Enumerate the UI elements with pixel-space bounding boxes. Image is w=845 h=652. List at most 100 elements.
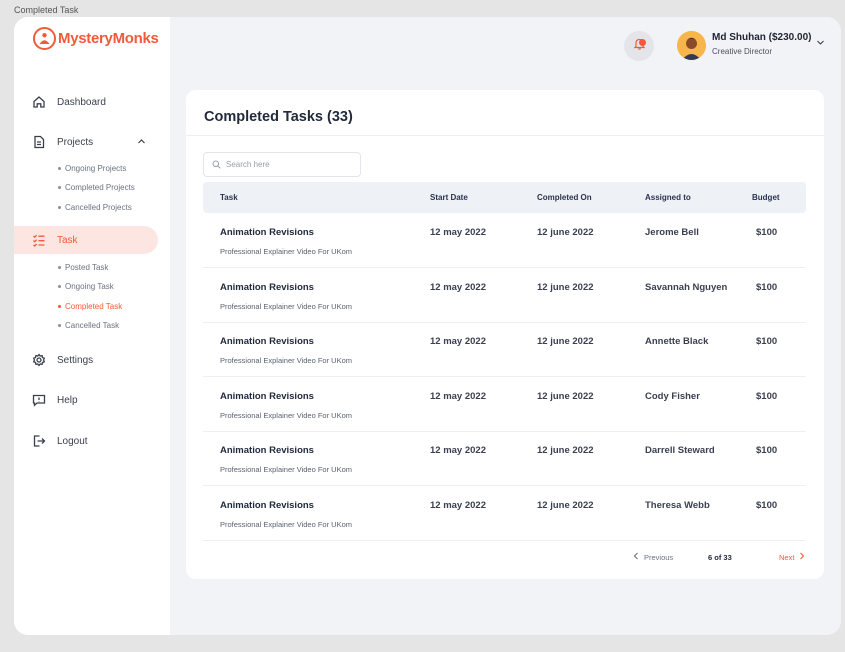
sidebar-item-task[interactable]: Task bbox=[14, 226, 158, 254]
task-title[interactable]: Animation Revisions bbox=[220, 500, 314, 511]
notifications-button[interactable] bbox=[624, 31, 654, 61]
gear-icon bbox=[31, 352, 47, 368]
task-title[interactable]: Animation Revisions bbox=[220, 336, 314, 347]
logout-icon bbox=[31, 433, 47, 449]
sidebar-item-settings[interactable]: Settings bbox=[14, 346, 158, 374]
chat-help-icon bbox=[31, 392, 47, 408]
bullet-icon bbox=[58, 285, 61, 288]
start-date: 12 may 2022 bbox=[430, 282, 486, 293]
sidebar-item-label: Settings bbox=[57, 354, 94, 366]
sidebar-item-label: Logout bbox=[57, 435, 88, 447]
task-subtitle: Professional Explainer Video For UKom bbox=[220, 356, 353, 365]
search-box[interactable] bbox=[203, 152, 361, 177]
start-date: 12 may 2022 bbox=[430, 445, 486, 456]
bullet-icon bbox=[58, 206, 61, 209]
bullet-icon bbox=[58, 167, 61, 170]
sidebar-item-label: Projects bbox=[57, 136, 94, 148]
sidebar-subitem-label: Ongoing Task bbox=[65, 282, 114, 291]
search-input[interactable] bbox=[226, 160, 346, 169]
completed-date: 12 june 2022 bbox=[537, 282, 594, 293]
task-subtitle: Professional Explainer Video For UKom bbox=[220, 411, 353, 420]
checklist-icon bbox=[31, 232, 47, 248]
brand-logo[interactable]: MysteryMonks bbox=[33, 27, 159, 50]
avatar[interactable] bbox=[677, 31, 706, 60]
sidebar-subitem-label: Posted Task bbox=[65, 263, 109, 272]
user-name[interactable]: Md Shuhan ($230.00) bbox=[712, 32, 811, 43]
table-row[interactable]: Animation Revisions Professional Explain… bbox=[203, 431, 806, 486]
start-date: 12 may 2022 bbox=[430, 500, 486, 511]
sidebar-item-help[interactable]: Help bbox=[14, 386, 158, 414]
chevron-left-icon bbox=[633, 552, 639, 562]
column-header-task[interactable]: Task bbox=[220, 193, 238, 202]
completed-tasks-card: Completed Tasks (33) Task Start Date Com… bbox=[186, 90, 824, 579]
table-row[interactable]: Animation Revisions Professional Explain… bbox=[203, 377, 806, 432]
sidebar-subitem-label: Cancelled Task bbox=[65, 321, 120, 330]
sidebar: MysteryMonks Dashboard Projects Ongoing … bbox=[14, 17, 170, 635]
bullet-icon bbox=[58, 186, 61, 189]
budget: $100 bbox=[756, 282, 778, 293]
table-row[interactable]: Animation Revisions Professional Explain… bbox=[203, 486, 806, 541]
assignee: Darrell Steward bbox=[645, 445, 715, 456]
completed-date: 12 june 2022 bbox=[537, 500, 594, 511]
budget: $100 bbox=[756, 445, 778, 456]
sidebar-subitem-cancelled-projects[interactable]: Cancelled Projects bbox=[58, 203, 132, 212]
window-title: Completed Task bbox=[14, 5, 79, 15]
bullet-icon bbox=[58, 305, 61, 308]
task-title[interactable]: Animation Revisions bbox=[220, 391, 314, 402]
assignee: Theresa Webb bbox=[645, 500, 710, 511]
budget: $100 bbox=[756, 227, 778, 238]
search-icon bbox=[212, 156, 221, 174]
assignee: Annette Black bbox=[645, 336, 709, 347]
column-header-assigned-to[interactable]: Assigned to bbox=[645, 193, 691, 202]
user-role: Creative Director bbox=[712, 47, 773, 56]
column-header-completed-on[interactable]: Completed On bbox=[537, 193, 592, 202]
table-row[interactable]: Animation Revisions Professional Explain… bbox=[203, 322, 806, 377]
brand-name: MysteryMonks bbox=[58, 30, 159, 47]
page-indicator: 6 of 33 bbox=[708, 553, 732, 562]
previous-label: Previous bbox=[644, 552, 674, 562]
sidebar-subitem-completed-task[interactable]: Completed Task bbox=[58, 302, 122, 311]
task-title[interactable]: Animation Revisions bbox=[220, 282, 314, 293]
sidebar-subitem-cancelled-task[interactable]: Cancelled Task bbox=[58, 321, 119, 330]
assignee: Savannah Nguyen bbox=[645, 282, 728, 293]
start-date: 12 may 2022 bbox=[430, 336, 486, 347]
previous-page-button[interactable]: Previous bbox=[633, 552, 673, 562]
app-window: MysteryMonks Dashboard Projects Ongoing … bbox=[14, 17, 841, 635]
task-title[interactable]: Animation Revisions bbox=[220, 227, 314, 238]
notification-badge bbox=[639, 39, 646, 46]
assignee: Cody Fisher bbox=[645, 391, 700, 402]
sidebar-subitem-ongoing-task[interactable]: Ongoing Task bbox=[58, 282, 114, 291]
next-label: Next bbox=[779, 552, 795, 562]
task-title[interactable]: Animation Revisions bbox=[220, 445, 314, 456]
column-header-budget[interactable]: Budget bbox=[752, 193, 780, 202]
sidebar-subitem-posted-task[interactable]: Posted Task bbox=[58, 263, 108, 272]
budget: $100 bbox=[756, 500, 778, 511]
sidebar-item-logout[interactable]: Logout bbox=[14, 427, 158, 455]
bullet-icon bbox=[58, 324, 61, 327]
chevron-up-icon[interactable] bbox=[137, 137, 146, 149]
completed-date: 12 june 2022 bbox=[537, 445, 594, 456]
task-subtitle: Professional Explainer Video For UKom bbox=[220, 465, 353, 474]
sidebar-subitem-completed-projects[interactable]: Completed Projects bbox=[58, 183, 135, 192]
monk-icon bbox=[33, 27, 56, 50]
sidebar-item-dashboard[interactable]: Dashboard bbox=[14, 88, 158, 116]
sidebar-item-label: Task bbox=[57, 234, 78, 246]
budget: $100 bbox=[756, 391, 778, 402]
table-row[interactable]: Animation Revisions Professional Explain… bbox=[203, 268, 806, 323]
completed-date: 12 june 2022 bbox=[537, 391, 594, 402]
completed-date: 12 june 2022 bbox=[537, 336, 594, 347]
chevron-right-icon bbox=[799, 552, 805, 562]
sidebar-subitem-ongoing-projects[interactable]: Ongoing Projects bbox=[58, 164, 126, 173]
sidebar-subitem-label: Cancelled Projects bbox=[65, 203, 132, 212]
task-subtitle: Professional Explainer Video For UKom bbox=[220, 247, 353, 256]
chevron-down-icon[interactable] bbox=[816, 34, 825, 52]
completed-date: 12 june 2022 bbox=[537, 227, 594, 238]
table-row[interactable]: Animation Revisions Professional Explain… bbox=[203, 213, 806, 268]
next-page-button[interactable]: Next bbox=[779, 552, 805, 562]
task-subtitle: Professional Explainer Video For UKom bbox=[220, 520, 353, 529]
sidebar-item-label: Dashboard bbox=[57, 96, 106, 108]
sidebar-item-projects[interactable]: Projects bbox=[14, 128, 158, 156]
column-header-start-date[interactable]: Start Date bbox=[430, 193, 468, 202]
page-title: Completed Tasks (33) bbox=[204, 109, 353, 125]
home-icon bbox=[31, 94, 47, 110]
